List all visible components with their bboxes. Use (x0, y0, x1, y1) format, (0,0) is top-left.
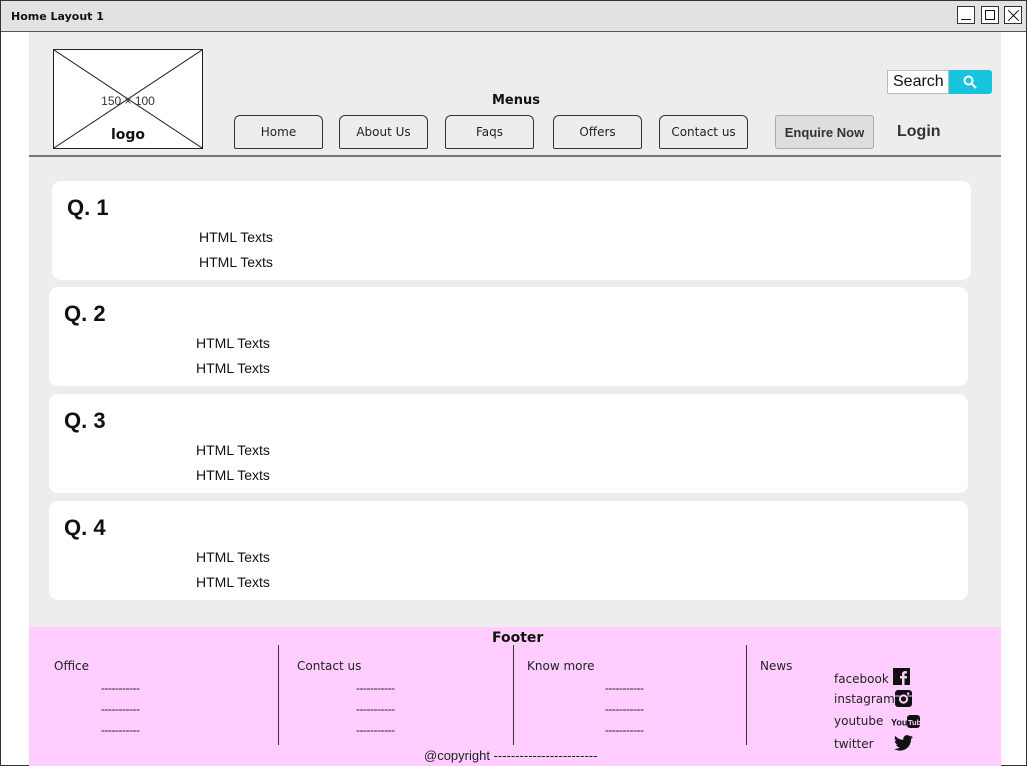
faq-text: HTML Texts (199, 229, 273, 245)
menus-title: Menus (492, 93, 541, 108)
faq-card-4[interactable]: Q. 4 HTML Texts HTML Texts (49, 501, 968, 600)
search-input[interactable]: Search (887, 70, 949, 94)
youtube-link[interactable]: youtube (834, 714, 883, 728)
login-link[interactable]: Login (897, 123, 941, 141)
faq-question: Q. 2 (64, 301, 106, 326)
title-bar: Home Layout 1 (1, 1, 1026, 32)
footer: Footer Office ----------- ----------- --… (29, 627, 1001, 766)
faq-text: HTML Texts (196, 335, 270, 351)
facebook-icon[interactable] (893, 668, 910, 685)
minimize-button[interactable] (957, 6, 975, 24)
footer-line[interactable]: ----------- (101, 702, 140, 716)
faq-question: Q. 1 (67, 195, 109, 220)
footer-heading-contact: Contact us (297, 659, 362, 673)
faq-card-2[interactable]: Q. 2 HTML Texts HTML Texts (49, 287, 968, 386)
faq-text: HTML Texts (199, 254, 273, 270)
nav-about-us[interactable]: About Us (339, 115, 428, 149)
logo-dimensions: 150 × 100 (101, 94, 155, 108)
nav-offers[interactable]: Offers (553, 115, 642, 149)
faq-text: HTML Texts (196, 549, 270, 565)
footer-line[interactable]: ----------- (356, 702, 395, 716)
enquire-now-button[interactable]: Enquire Now (775, 115, 874, 149)
instagram-icon[interactable] (895, 690, 912, 707)
youtube-icon[interactable]: You Tube (891, 715, 920, 728)
close-button[interactable] (1004, 6, 1022, 24)
faq-text: HTML Texts (196, 467, 270, 483)
header: 150 × 100 logo Menus Home About Us Faqs … (29, 32, 1001, 157)
footer-line[interactable]: ----------- (605, 681, 644, 695)
footer-line[interactable]: ----------- (101, 681, 140, 695)
footer-line[interactable]: ----------- (356, 723, 395, 737)
search-button[interactable] (949, 70, 992, 94)
faq-question: Q. 3 (64, 408, 106, 433)
nav-faqs[interactable]: Faqs (445, 115, 534, 149)
nav-contact-us[interactable]: Contact us (659, 115, 748, 149)
copyright-text: @copyright ------------------------ (424, 748, 598, 763)
faq-card-1[interactable]: Q. 1 HTML Texts HTML Texts (52, 181, 971, 280)
faq-text: HTML Texts (196, 574, 270, 590)
search-icon (963, 75, 977, 89)
footer-line[interactable]: ----------- (605, 702, 644, 716)
maximize-button[interactable] (981, 6, 999, 24)
nav-home[interactable]: Home (234, 115, 323, 149)
svg-text:Tube: Tube (908, 718, 920, 727)
logo-placeholder[interactable]: 150 × 100 logo (53, 49, 203, 149)
app-window: Home Layout 1 150 × 100 logo Menus Home … (0, 0, 1027, 766)
footer-divider (278, 645, 279, 745)
window-title: Home Layout 1 (11, 10, 104, 23)
facebook-link[interactable]: facebook (834, 672, 889, 686)
faq-card-3[interactable]: Q. 3 HTML Texts HTML Texts (49, 394, 968, 493)
footer-divider (746, 645, 747, 745)
footer-line[interactable]: ----------- (605, 723, 644, 737)
instagram-link[interactable]: instagram (834, 692, 895, 706)
logo-label: logo (110, 127, 146, 143)
svg-text:You: You (891, 718, 907, 728)
footer-title: Footer (492, 630, 544, 646)
faq-text: HTML Texts (196, 360, 270, 376)
footer-line[interactable]: ----------- (356, 681, 395, 695)
footer-line[interactable]: ----------- (101, 723, 140, 737)
page-content: 150 × 100 logo Menus Home About Us Faqs … (29, 32, 1001, 766)
footer-heading-news: News (760, 659, 793, 673)
footer-heading-know-more: Know more (527, 659, 595, 673)
faq-question: Q. 4 (64, 515, 106, 540)
twitter-icon[interactable] (894, 735, 913, 751)
faq-text: HTML Texts (196, 442, 270, 458)
footer-divider (513, 645, 514, 745)
twitter-link[interactable]: twitter (834, 737, 874, 751)
footer-heading-office: Office (54, 659, 90, 673)
